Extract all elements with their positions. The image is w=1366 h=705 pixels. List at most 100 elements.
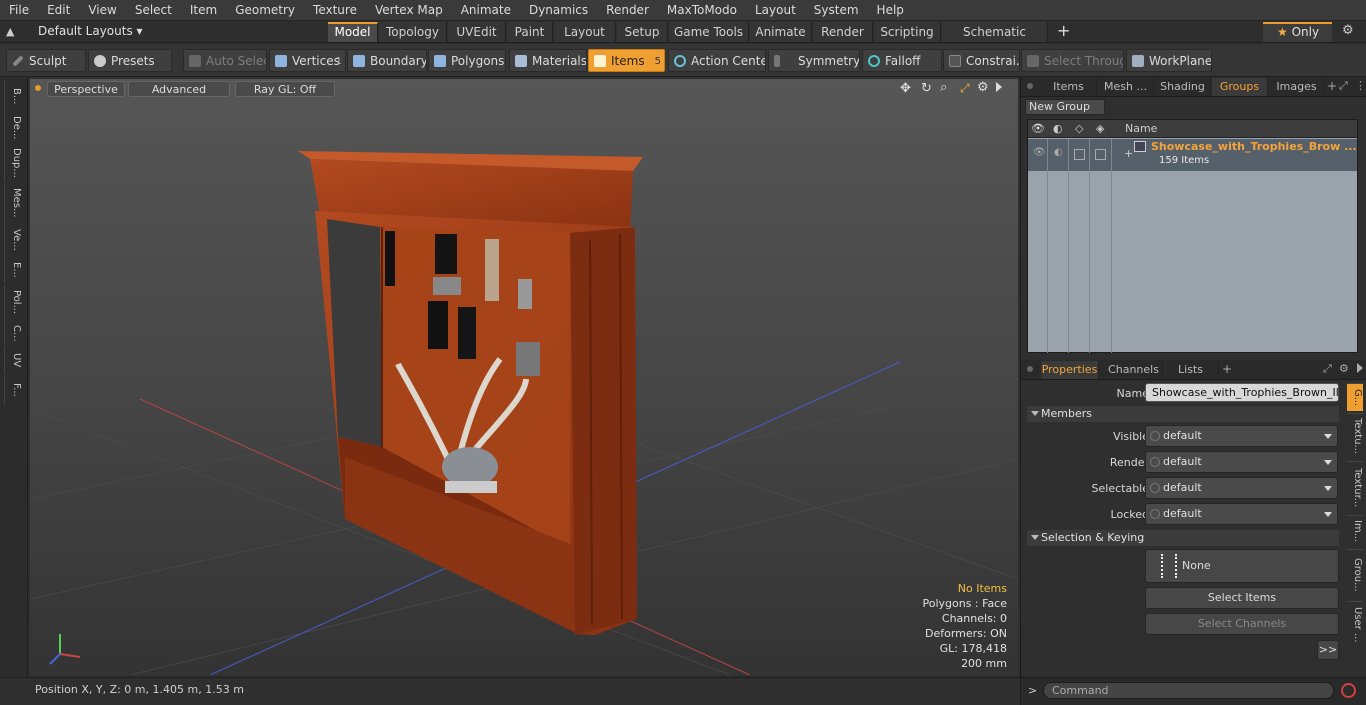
- select-channels-button[interactable]: Select Channels: [1145, 613, 1339, 635]
- default-layouts-dropdown[interactable]: Default Layouts ▾: [38, 24, 143, 38]
- row-select-checkbox[interactable]: [1095, 149, 1106, 160]
- right-tab-group[interactable]: G...: [1347, 383, 1363, 411]
- more-button[interactable]: >>: [1317, 640, 1339, 660]
- left-tab-deform[interactable]: De...: [4, 113, 22, 143]
- left-tab-fusion[interactable]: F...: [4, 375, 22, 405]
- layout-menu-icon[interactable]: ▲: [6, 25, 20, 39]
- zoom-view-icon[interactable]: ⌕: [940, 80, 947, 95]
- tab-render[interactable]: Render: [813, 22, 873, 42]
- select-through-button[interactable]: Select Through: [1021, 49, 1124, 72]
- add-prop-tab-icon[interactable]: +: [1222, 362, 1232, 376]
- left-tab-duplicate[interactable]: Dup...: [4, 145, 22, 181]
- eye-icon[interactable]: 👁: [1031, 122, 1045, 135]
- left-tab-curve[interactable]: C...: [4, 321, 22, 345]
- gear-icon[interactable]: ⚙: [1342, 23, 1354, 38]
- action-center-button[interactable]: Action Center: [668, 49, 766, 72]
- menu-animate[interactable]: Animate: [452, 3, 520, 17]
- tab-scripting[interactable]: Scripting: [874, 22, 941, 42]
- command-input[interactable]: Command: [1043, 682, 1334, 699]
- selection-keying-section[interactable]: Selection & Keying: [1027, 530, 1339, 546]
- boundary-button[interactable]: Boundary: [347, 49, 427, 72]
- expand-plus-icon[interactable]: +: [1124, 147, 1133, 160]
- panel-menu-icon[interactable]: ⋮: [1355, 79, 1366, 92]
- tab-channels[interactable]: Channels: [1105, 361, 1163, 379]
- tab-game-tools[interactable]: Game Tools: [669, 22, 749, 42]
- tab-model[interactable]: Model: [328, 22, 378, 42]
- members-section[interactable]: Members: [1027, 406, 1339, 422]
- menu-vertex-map[interactable]: Vertex Map: [366, 3, 452, 17]
- lock-icon[interactable]: ◇: [1075, 122, 1083, 135]
- viewport-arrow-icon[interactable]: [996, 82, 1002, 92]
- properties-arrow-icon[interactable]: [1357, 363, 1363, 373]
- row-render-icon[interactable]: ◐: [1054, 147, 1063, 158]
- tab-lists[interactable]: Lists: [1163, 361, 1219, 379]
- viewport-gear-icon[interactable]: ⚙: [977, 80, 989, 95]
- properties-dot-icon[interactable]: [1027, 366, 1033, 372]
- render-dropdown[interactable]: default: [1145, 451, 1338, 473]
- raygl-dropdown[interactable]: Ray GL: Off: [235, 81, 335, 97]
- only-toggle[interactable]: ★ Only: [1263, 22, 1332, 42]
- menu-view[interactable]: View: [79, 3, 125, 17]
- tab-schematic-fusion[interactable]: Schematic Fusion: [942, 22, 1048, 59]
- right-tab-texture-2[interactable]: Textur...: [1347, 461, 1363, 513]
- menu-layout[interactable]: Layout: [746, 3, 805, 17]
- viewport-dot-icon[interactable]: [35, 85, 41, 91]
- add-tab-icon[interactable]: +: [1057, 21, 1070, 40]
- menu-maxtomodo[interactable]: MaxToModo: [658, 3, 746, 17]
- tab-setup[interactable]: Setup: [617, 22, 668, 42]
- auto-select-button[interactable]: Auto Select: [183, 49, 267, 72]
- new-group-button[interactable]: New Group: [1025, 99, 1105, 115]
- tab-topology[interactable]: Topology: [379, 22, 447, 42]
- keying-none-button[interactable]: None: [1145, 549, 1339, 583]
- menu-select[interactable]: Select: [126, 3, 181, 17]
- perspective-dropdown[interactable]: Perspective: [47, 81, 125, 97]
- menu-system[interactable]: System: [805, 3, 868, 17]
- left-tab-basic[interactable]: B...: [4, 81, 22, 111]
- menu-file[interactable]: File: [0, 3, 38, 17]
- materials-button[interactable]: Materials: [509, 49, 587, 72]
- tab-shading[interactable]: Shading: [1155, 78, 1211, 96]
- select-items-button[interactable]: Select Items: [1145, 587, 1339, 609]
- right-tab-groups[interactable]: Grou...: [1347, 549, 1363, 599]
- tab-animate[interactable]: Animate: [750, 22, 812, 42]
- panel-dot-icon[interactable]: [1027, 83, 1033, 89]
- falloff-button[interactable]: Falloff: [862, 49, 942, 72]
- right-tab-user[interactable]: User ...: [1347, 601, 1363, 647]
- left-tab-mesh[interactable]: Mes...: [4, 183, 22, 223]
- workplane-button[interactable]: WorkPlane: [1126, 49, 1212, 72]
- vertices-button[interactable]: Vertices 1: [269, 49, 346, 72]
- locked-dropdown[interactable]: default: [1145, 503, 1338, 525]
- symmetry-button[interactable]: Symmetry: [768, 49, 860, 72]
- properties-gear-icon[interactable]: ⚙: [1339, 362, 1349, 375]
- 3d-viewport[interactable]: Perspective Advanced Ray GL: Off ✥ ↻ ⌕ ⤢…: [30, 79, 1018, 675]
- polygons-button[interactable]: Polygons: [428, 49, 506, 72]
- right-tab-texture[interactable]: Textu...: [1347, 413, 1363, 459]
- tab-mesh[interactable]: Mesh ...: [1098, 78, 1154, 96]
- rotate-view-icon[interactable]: ↻: [921, 81, 932, 96]
- right-tab-image[interactable]: Im...: [1347, 515, 1363, 547]
- left-tab-uv[interactable]: UV: [4, 347, 22, 373]
- tab-images[interactable]: Images: [1269, 78, 1325, 96]
- name-input[interactable]: Showcase_with_Trophies_Brown_Illum: [1145, 383, 1339, 402]
- advanced-dropdown[interactable]: Advanced: [128, 81, 230, 97]
- maximize-view-icon[interactable]: ⤢: [960, 81, 970, 96]
- tab-properties[interactable]: Properties: [1041, 361, 1099, 379]
- items-button[interactable]: Items 5: [588, 49, 665, 72]
- tab-items[interactable]: Items: [1041, 78, 1097, 96]
- row-eye-icon[interactable]: 👁: [1033, 147, 1046, 158]
- tab-groups[interactable]: Groups: [1212, 78, 1268, 96]
- record-icon[interactable]: [1341, 683, 1356, 698]
- tab-uvedit[interactable]: UVEdit: [448, 22, 506, 42]
- sculpt-button[interactable]: Sculpt: [6, 49, 86, 72]
- menu-edit[interactable]: Edit: [38, 3, 79, 17]
- left-tab-polygon[interactable]: Pol...: [4, 285, 22, 319]
- constraints-button[interactable]: Constrai...: [943, 49, 1020, 72]
- presets-button[interactable]: Presets: [88, 49, 172, 72]
- menu-geometry[interactable]: Geometry: [226, 3, 304, 17]
- menu-help[interactable]: Help: [868, 3, 913, 17]
- expand-properties-icon[interactable]: ⤢: [1323, 362, 1332, 376]
- row-lock-checkbox[interactable]: [1074, 149, 1085, 160]
- left-tab-edge[interactable]: E...: [4, 257, 22, 283]
- move-view-icon[interactable]: ✥: [900, 81, 911, 96]
- tab-layout[interactable]: Layout: [554, 22, 616, 42]
